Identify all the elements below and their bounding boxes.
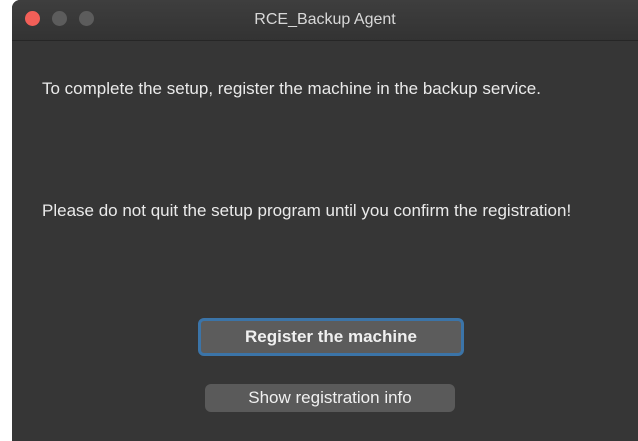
window-title: RCE_Backup Agent — [254, 11, 396, 28]
show-registration-info-button[interactable]: Show registration info — [205, 384, 455, 412]
title-bar[interactable]: RCE_Backup Agent — [12, 0, 638, 41]
setup-instruction-text: To complete the setup, register the mach… — [42, 79, 541, 98]
register-machine-button[interactable]: Register the machine — [198, 318, 464, 356]
app-window: RCE_Backup Agent To complete the setup, … — [12, 0, 638, 441]
warning-text: Please do not quit the setup program unt… — [42, 201, 572, 220]
